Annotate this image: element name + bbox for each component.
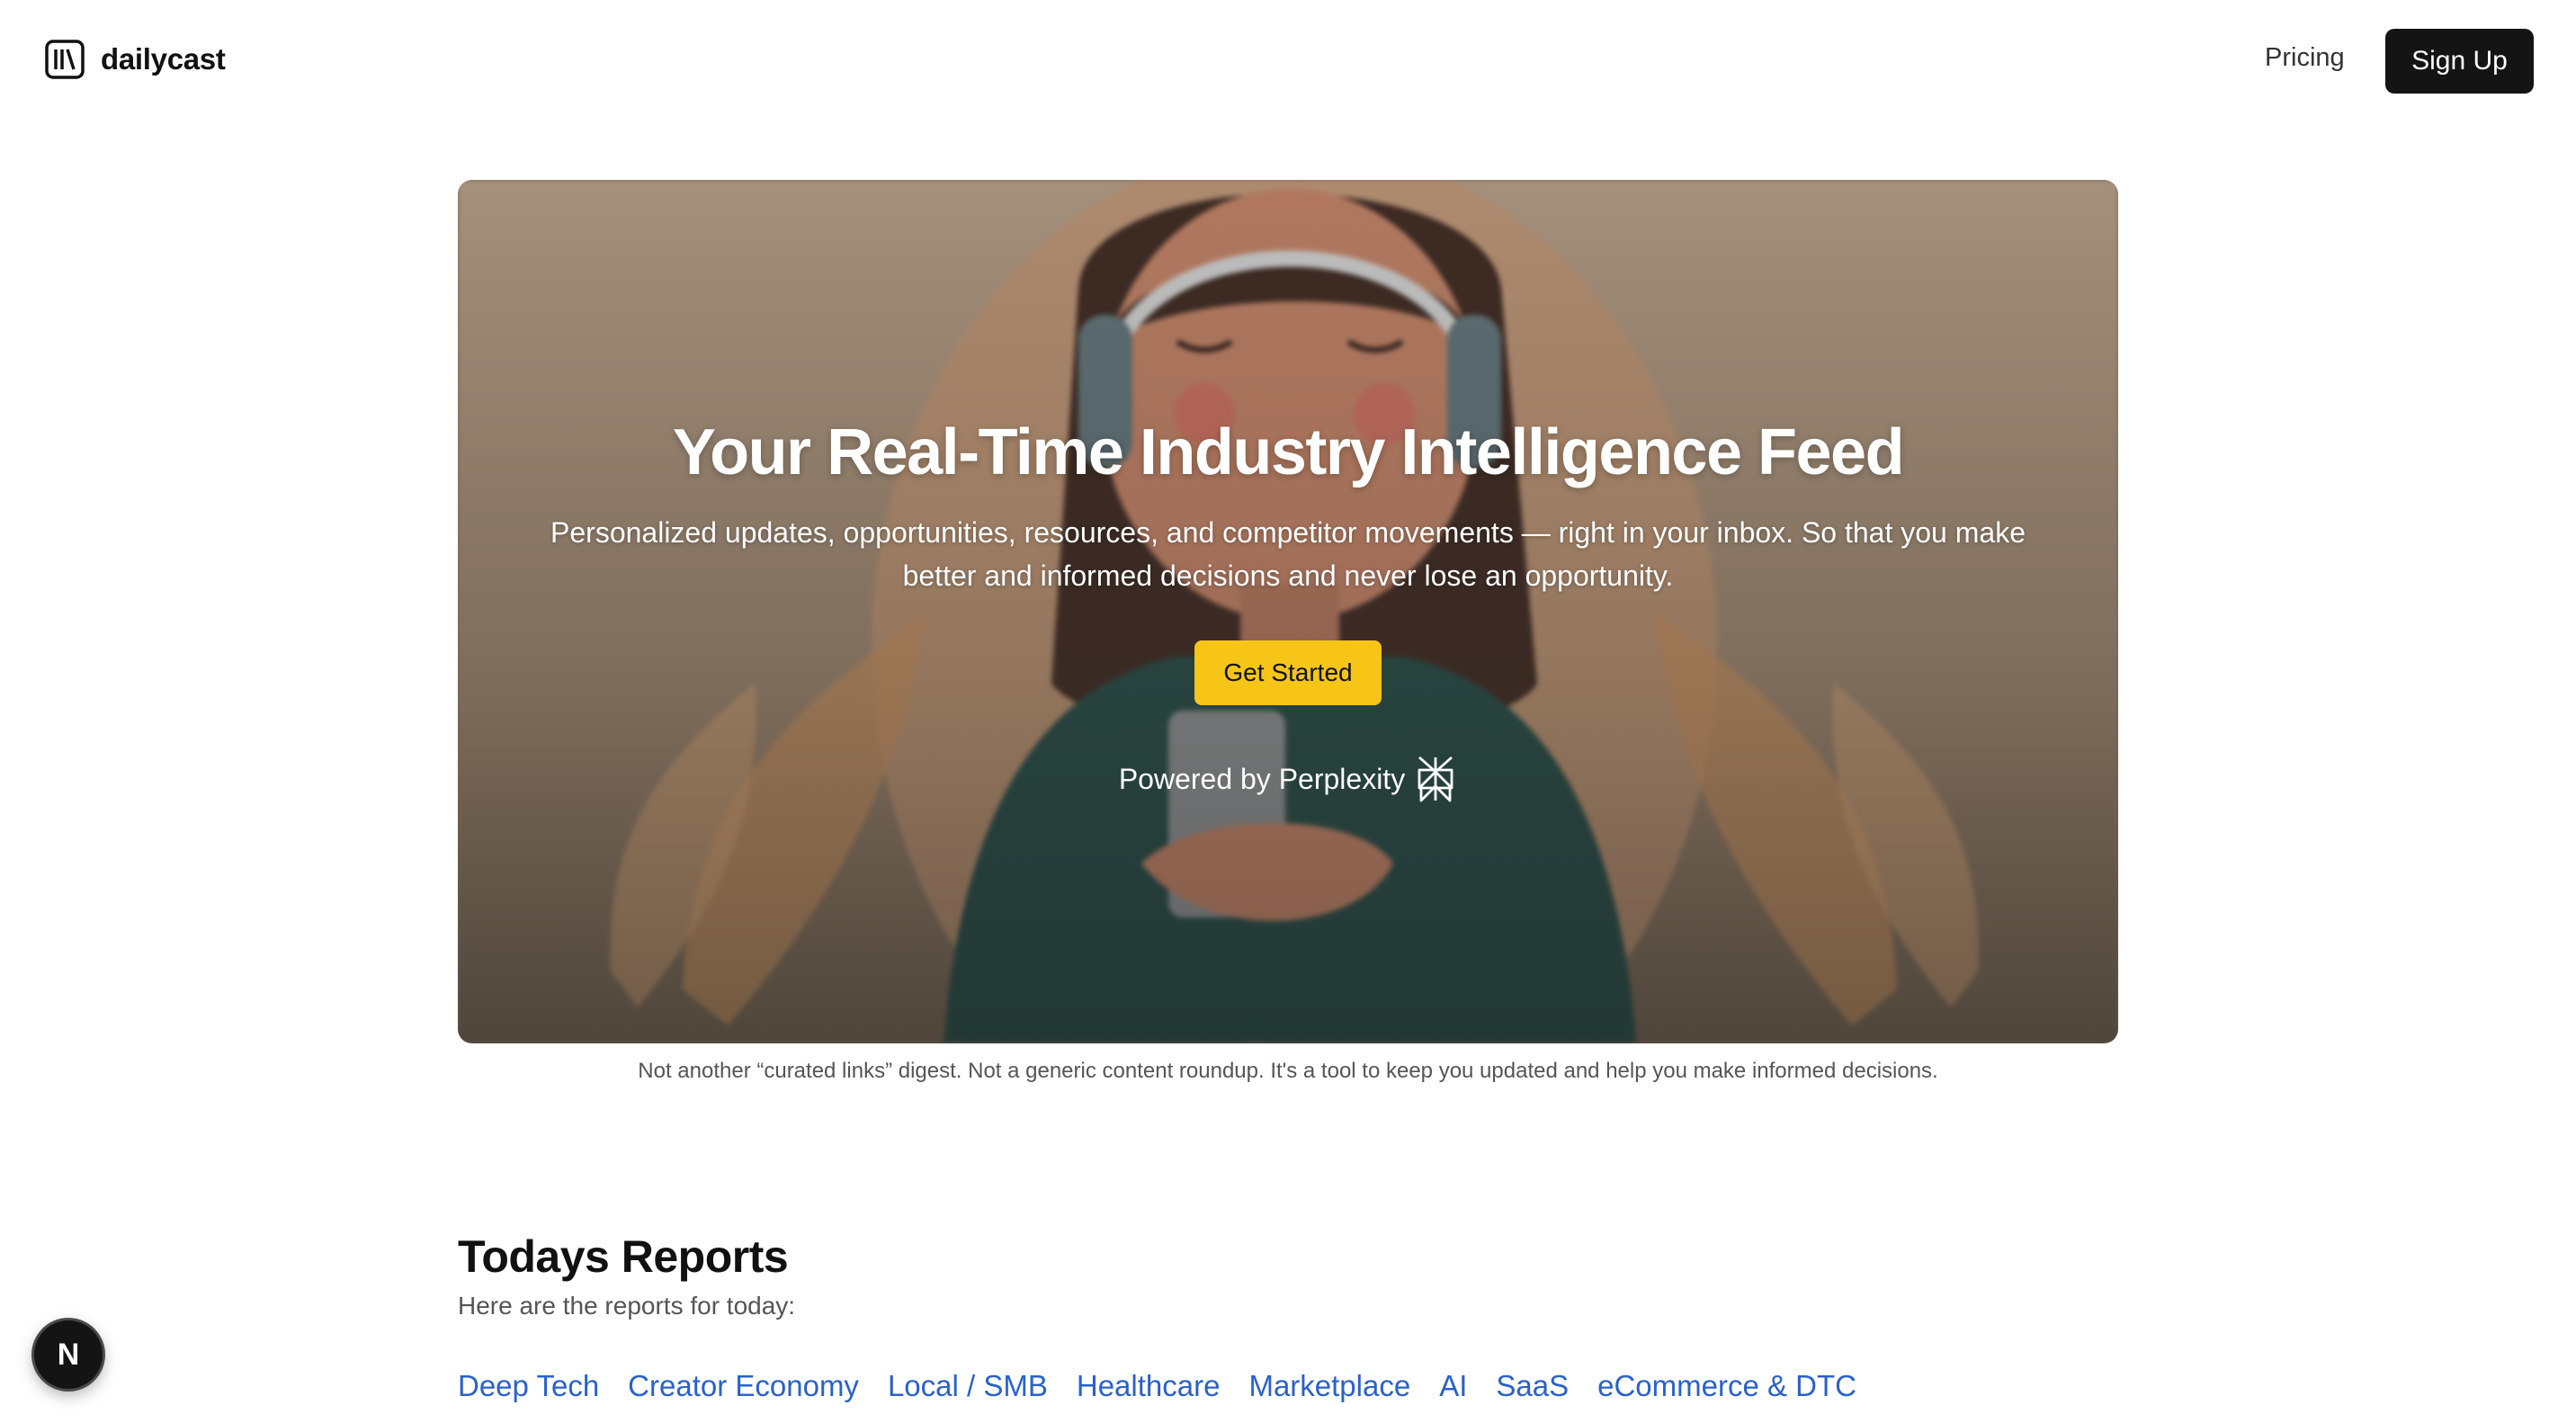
hero-banner: Your Real-Time Industry Intelligence Fee… (458, 180, 2118, 1043)
hero-subtitle: Personalized updates, opportunities, res… (550, 516, 2026, 592)
get-started-button[interactable]: Get Started (1194, 640, 1382, 705)
report-link-ecommerce-dtc[interactable]: eCommerce & DTC (1597, 1369, 1856, 1403)
hero-tagline: Not another “curated links” digest. Not … (638, 1059, 1938, 1083)
report-link-marketplace[interactable]: Marketplace (1248, 1369, 1410, 1403)
report-link-healthcare[interactable]: Healthcare (1077, 1369, 1221, 1403)
reports-section-subtitle: Here are the reports for today: (458, 1292, 796, 1320)
hero-title: Your Real-Time Industry Intelligence Fee… (672, 416, 1905, 488)
nextjs-dev-badge[interactable]: N (34, 1320, 103, 1389)
hero-content: Your Real-Time Industry Intelligence Fee… (458, 180, 2118, 1043)
site-header: dailycast Pricing Sign Up (0, 0, 2576, 122)
report-link-deep-tech[interactable]: Deep Tech (458, 1369, 599, 1403)
brand-logo-link[interactable]: dailycast (45, 40, 226, 79)
powered-by-label: Powered by Perplexity (1118, 762, 1406, 795)
report-link-creator-economy[interactable]: Creator Economy (628, 1369, 859, 1403)
nav-pricing-link[interactable]: Pricing (2265, 43, 2345, 73)
report-link-ai[interactable]: AI (1439, 1369, 1467, 1403)
report-link-local-smb[interactable]: Local / SMB (888, 1369, 1048, 1403)
sign-up-button[interactable]: Sign Up (2385, 29, 2534, 94)
reports-section-title: Todays Reports (458, 1231, 789, 1282)
brand-name: dailycast (101, 42, 226, 76)
nextjs-logo-icon: N (57, 1337, 80, 1372)
library-books-icon (45, 40, 85, 79)
perplexity-logo-icon (1418, 756, 1453, 802)
report-link-saas[interactable]: SaaS (1496, 1369, 1569, 1403)
report-category-links: Deep Tech Creator Economy Local / SMB He… (458, 1369, 1856, 1403)
powered-by-perplexity: Powered by Perplexity (458, 754, 2118, 804)
